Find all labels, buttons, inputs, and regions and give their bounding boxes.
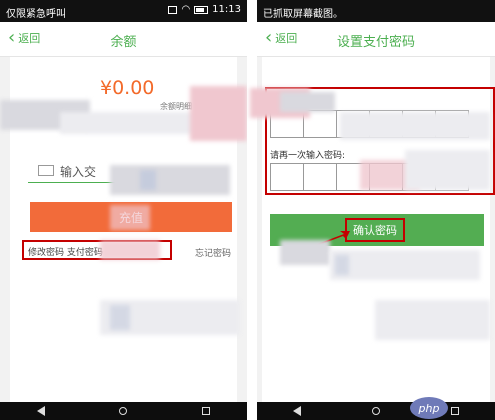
blurred-region [190,86,247,141]
status-icons: ◠ 11:13 [168,4,241,15]
battery-icon [194,5,209,14]
blurred-region [375,300,490,340]
system-nav-bar [0,402,247,420]
page-title: 设置支付密码 [336,35,415,50]
pin-cell [303,163,337,191]
home-nav-icon[interactable] [119,407,128,415]
wifi-icon: ◠ [181,4,191,15]
screenshot-divider [247,0,257,420]
php-watermark-logo: php [410,397,448,419]
notification-icon [168,5,178,14]
blurred-region [110,165,230,195]
reenter-password-label: 请再一次输入密码: [270,151,346,161]
home-nav-icon[interactable] [371,407,380,415]
amount-input-label: 输入交 [60,165,97,179]
balance-detail-link[interactable]: 余额明细 [160,101,192,112]
blurred-region [330,250,480,280]
clock: 11:13 [212,4,241,15]
back-nav-icon[interactable] [37,406,46,416]
blurred-region [405,150,490,190]
page-title: 余额 [110,35,137,50]
top-nav: ‹ 返回 余额 [0,22,247,57]
back-nav-icon[interactable] [292,406,301,416]
blurred-region [340,112,490,140]
blurred-region [280,240,330,265]
status-bar: 已抓取屏幕截图。 [257,0,495,22]
pin-cell [270,163,304,191]
top-nav: ‹ 返回 设置支付密码 [257,22,495,57]
balance-amount: ¥0.00 [100,77,155,99]
balance-screen: 仅限紧急呼叫 ◠ 11:13 ‹ 返回 余额 ¥0.00 余额明细 输入交 充值… [0,0,247,420]
status-text: 已抓取屏幕截图。 [263,9,343,20]
carrier-text: 仅限紧急呼叫 [6,9,66,20]
change-password-link[interactable]: 修改密码 支付密码 [28,245,103,258]
blurred-region [280,92,335,112]
blurred-region [100,240,160,260]
forgot-password-link[interactable]: 忘记密码 [195,246,231,259]
status-bar: 仅限紧急呼叫 ◠ 11:13 [0,0,247,22]
system-nav-bar [257,402,495,420]
blurred-region [110,305,130,330]
set-password-screen: 已抓取屏幕截图。 ‹ 返回 设置支付密码 [257,0,495,420]
blurred-region [140,170,156,190]
blurred-region [335,255,349,275]
confirm-password-button[interactable]: 确认密码 [345,218,405,242]
recent-apps-icon[interactable] [451,407,460,415]
card-icon [38,165,54,176]
recent-apps-icon[interactable] [201,407,210,415]
blurred-region [110,205,150,230]
